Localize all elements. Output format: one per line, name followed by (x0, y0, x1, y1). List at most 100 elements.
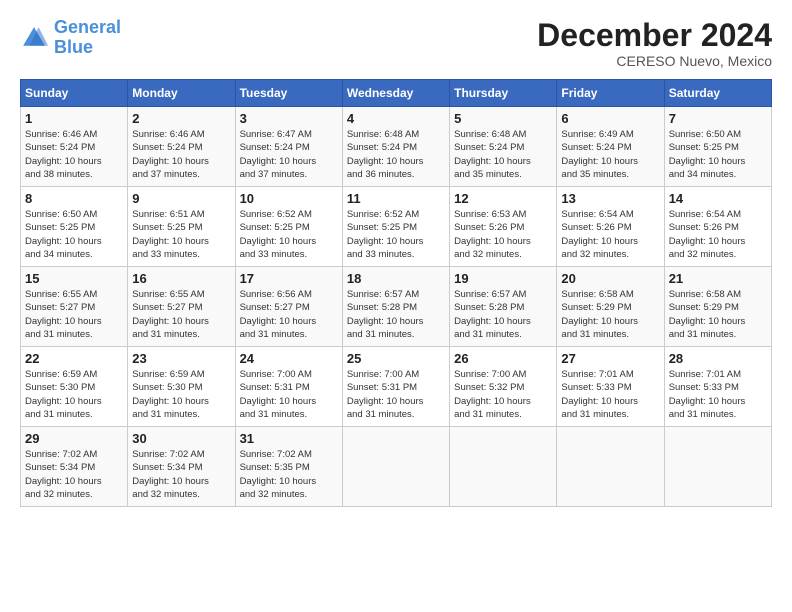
calendar-cell: 17 Sunrise: 6:56 AM Sunset: 5:27 PM Dayli… (235, 267, 342, 347)
logo: General Blue (20, 18, 121, 58)
day-number: 10 (240, 191, 338, 206)
week-row-1: 1 Sunrise: 6:46 AM Sunset: 5:24 PM Daylig… (21, 107, 772, 187)
day-info: Sunrise: 6:56 AM Sunset: 5:27 PM Dayligh… (240, 288, 338, 341)
day-info: Sunrise: 7:02 AM Sunset: 5:34 PM Dayligh… (25, 448, 123, 501)
calendar-cell (664, 427, 771, 507)
day-info: Sunrise: 7:01 AM Sunset: 5:33 PM Dayligh… (561, 368, 659, 421)
calendar-cell (342, 427, 449, 507)
calendar-cell: 12 Sunrise: 6:53 AM Sunset: 5:26 PM Dayli… (450, 187, 557, 267)
day-number: 28 (669, 351, 767, 366)
day-info: Sunrise: 6:55 AM Sunset: 5:27 PM Dayligh… (25, 288, 123, 341)
day-number: 22 (25, 351, 123, 366)
calendar-cell: 27 Sunrise: 7:01 AM Sunset: 5:33 PM Dayli… (557, 347, 664, 427)
day-info: Sunrise: 6:54 AM Sunset: 5:26 PM Dayligh… (669, 208, 767, 261)
day-info: Sunrise: 7:00 AM Sunset: 5:31 PM Dayligh… (347, 368, 445, 421)
day-info: Sunrise: 6:51 AM Sunset: 5:25 PM Dayligh… (132, 208, 230, 261)
day-number: 31 (240, 431, 338, 446)
day-number: 3 (240, 111, 338, 126)
day-info: Sunrise: 6:54 AM Sunset: 5:26 PM Dayligh… (561, 208, 659, 261)
day-info: Sunrise: 6:50 AM Sunset: 5:25 PM Dayligh… (669, 128, 767, 181)
day-number: 29 (25, 431, 123, 446)
weekday-header-saturday: Saturday (664, 80, 771, 107)
day-info: Sunrise: 6:48 AM Sunset: 5:24 PM Dayligh… (347, 128, 445, 181)
weekday-header-tuesday: Tuesday (235, 80, 342, 107)
month-title: December 2024 (537, 18, 772, 53)
week-row-5: 29 Sunrise: 7:02 AM Sunset: 5:34 PM Dayli… (21, 427, 772, 507)
day-number: 27 (561, 351, 659, 366)
day-number: 24 (240, 351, 338, 366)
calendar-cell: 2Sunrise: 6:46 AM Sunset: 5:24 PM Daylig… (128, 107, 235, 187)
weekday-header-thursday: Thursday (450, 80, 557, 107)
weekday-header-monday: Monday (128, 80, 235, 107)
day-number: 14 (669, 191, 767, 206)
calendar-table: SundayMondayTuesdayWednesdayThursdayFrid… (20, 79, 772, 507)
week-row-2: 8Sunrise: 6:50 AM Sunset: 5:25 PM Daylig… (21, 187, 772, 267)
calendar-cell: 21 Sunrise: 6:58 AM Sunset: 5:29 PM Dayli… (664, 267, 771, 347)
logo-general: General (54, 17, 121, 37)
day-number: 20 (561, 271, 659, 286)
day-number: 4 (347, 111, 445, 126)
day-info: Sunrise: 6:55 AM Sunset: 5:27 PM Dayligh… (132, 288, 230, 341)
calendar-cell: 31 Sunrise: 7:02 AM Sunset: 5:35 PM Dayli… (235, 427, 342, 507)
day-number: 26 (454, 351, 552, 366)
day-info: Sunrise: 6:53 AM Sunset: 5:26 PM Dayligh… (454, 208, 552, 261)
day-info: Sunrise: 7:00 AM Sunset: 5:31 PM Dayligh… (240, 368, 338, 421)
day-number: 19 (454, 271, 552, 286)
location: CERESO Nuevo, Mexico (537, 53, 772, 69)
calendar-cell: 5 Sunrise: 6:48 AM Sunset: 5:24 PM Daylig… (450, 107, 557, 187)
day-info: Sunrise: 6:59 AM Sunset: 5:30 PM Dayligh… (132, 368, 230, 421)
day-number: 21 (669, 271, 767, 286)
calendar-cell: 29 Sunrise: 7:02 AM Sunset: 5:34 PM Dayli… (21, 427, 128, 507)
calendar-cell: 20Sunrise: 6:58 AM Sunset: 5:29 PM Dayli… (557, 267, 664, 347)
day-info: Sunrise: 6:57 AM Sunset: 5:28 PM Dayligh… (454, 288, 552, 341)
calendar-cell: 6 Sunrise: 6:49 AM Sunset: 5:24 PM Daylig… (557, 107, 664, 187)
calendar-cell (450, 427, 557, 507)
day-number: 17 (240, 271, 338, 286)
calendar-cell: 7 Sunrise: 6:50 AM Sunset: 5:25 PM Daylig… (664, 107, 771, 187)
day-info: Sunrise: 6:46 AM Sunset: 5:24 PM Dayligh… (25, 128, 123, 181)
calendar-cell: 25 Sunrise: 7:00 AM Sunset: 5:31 PM Dayli… (342, 347, 449, 427)
calendar-cell: 19 Sunrise: 6:57 AM Sunset: 5:28 PM Dayli… (450, 267, 557, 347)
week-row-3: 15 Sunrise: 6:55 AM Sunset: 5:27 PM Dayli… (21, 267, 772, 347)
day-number: 6 (561, 111, 659, 126)
day-info: Sunrise: 7:02 AM Sunset: 5:35 PM Dayligh… (240, 448, 338, 501)
calendar-cell: 24 Sunrise: 7:00 AM Sunset: 5:31 PM Dayli… (235, 347, 342, 427)
day-number: 1 (25, 111, 123, 126)
weekday-header-row: SundayMondayTuesdayWednesdayThursdayFrid… (21, 80, 772, 107)
calendar-cell: 28Sunrise: 7:01 AM Sunset: 5:33 PM Dayli… (664, 347, 771, 427)
calendar-cell: 3 Sunrise: 6:47 AM Sunset: 5:24 PM Daylig… (235, 107, 342, 187)
day-number: 7 (669, 111, 767, 126)
day-info: Sunrise: 7:02 AM Sunset: 5:34 PM Dayligh… (132, 448, 230, 501)
page: General Blue December 2024 CERESO Nuevo,… (0, 0, 792, 517)
day-number: 5 (454, 111, 552, 126)
day-number: 2 (132, 111, 230, 126)
calendar-cell: 15 Sunrise: 6:55 AM Sunset: 5:27 PM Dayli… (21, 267, 128, 347)
calendar-cell: 26Sunrise: 7:00 AM Sunset: 5:32 PM Dayli… (450, 347, 557, 427)
day-number: 12 (454, 191, 552, 206)
day-number: 25 (347, 351, 445, 366)
logo-text: General Blue (54, 18, 121, 58)
calendar-cell: 4 Sunrise: 6:48 AM Sunset: 5:24 PM Daylig… (342, 107, 449, 187)
calendar-cell: 23 Sunrise: 6:59 AM Sunset: 5:30 PM Dayli… (128, 347, 235, 427)
weekday-header-friday: Friday (557, 80, 664, 107)
calendar-cell: 14 Sunrise: 6:54 AM Sunset: 5:26 PM Dayli… (664, 187, 771, 267)
calendar-cell (557, 427, 664, 507)
day-number: 15 (25, 271, 123, 286)
calendar-cell: 18 Sunrise: 6:57 AM Sunset: 5:28 PM Dayli… (342, 267, 449, 347)
day-info: Sunrise: 6:57 AM Sunset: 5:28 PM Dayligh… (347, 288, 445, 341)
calendar-cell: 8Sunrise: 6:50 AM Sunset: 5:25 PM Daylig… (21, 187, 128, 267)
calendar-cell: 30 Sunrise: 7:02 AM Sunset: 5:34 PM Dayli… (128, 427, 235, 507)
day-number: 23 (132, 351, 230, 366)
day-number: 18 (347, 271, 445, 286)
logo-blue: Blue (54, 37, 93, 57)
day-info: Sunrise: 6:47 AM Sunset: 5:24 PM Dayligh… (240, 128, 338, 181)
day-info: Sunrise: 6:49 AM Sunset: 5:24 PM Dayligh… (561, 128, 659, 181)
week-row-4: 22 Sunrise: 6:59 AM Sunset: 5:30 PM Dayli… (21, 347, 772, 427)
day-number: 30 (132, 431, 230, 446)
day-number: 11 (347, 191, 445, 206)
day-number: 9 (132, 191, 230, 206)
day-info: Sunrise: 6:58 AM Sunset: 5:29 PM Dayligh… (669, 288, 767, 341)
day-info: Sunrise: 6:48 AM Sunset: 5:24 PM Dayligh… (454, 128, 552, 181)
calendar-cell: 10Sunrise: 6:52 AM Sunset: 5:25 PM Dayli… (235, 187, 342, 267)
calendar-cell: 9 Sunrise: 6:51 AM Sunset: 5:25 PM Daylig… (128, 187, 235, 267)
